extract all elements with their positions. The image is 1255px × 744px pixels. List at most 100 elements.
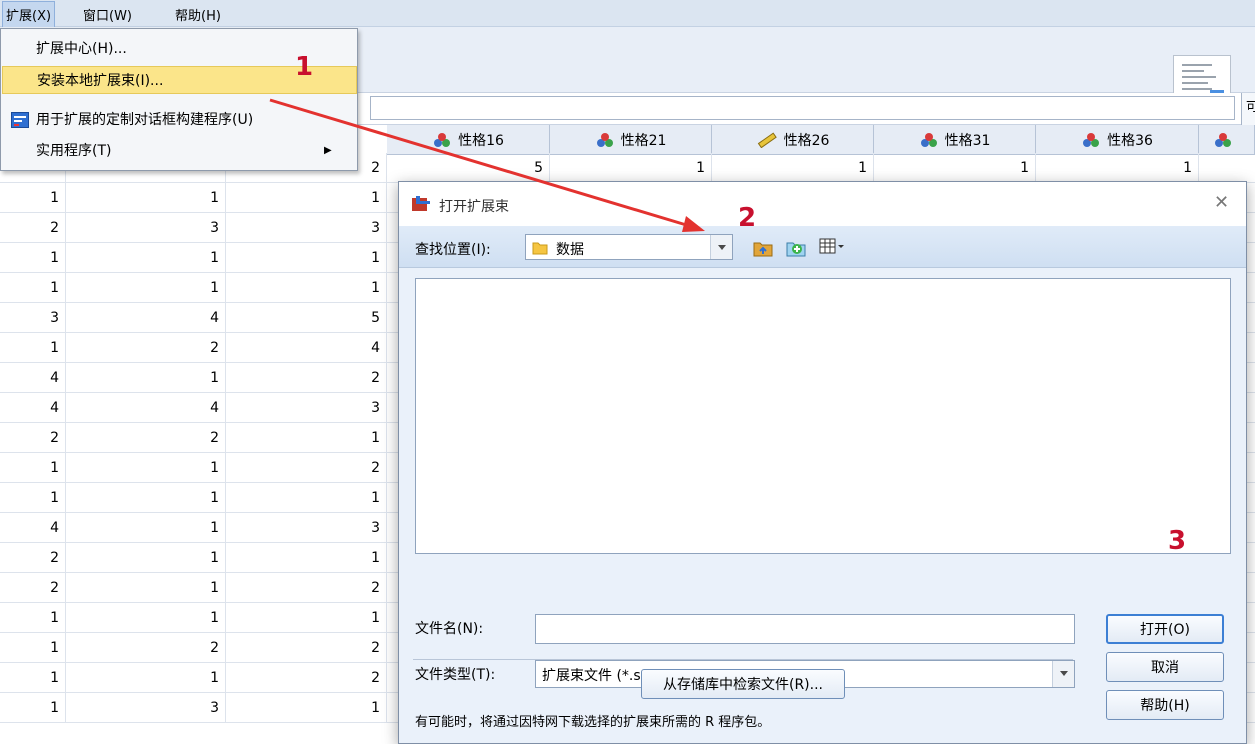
table-cell[interactable]: 3: [226, 213, 387, 243]
cancel-button[interactable]: 取消: [1106, 652, 1224, 682]
dialog-title-bar: 打开扩展束 ✕: [399, 182, 1246, 226]
table-cell[interactable]: 1: [66, 183, 226, 213]
table-cell[interactable]: 1: [66, 243, 226, 273]
table-cell[interactable]: 4: [0, 513, 66, 543]
table-cell[interactable]: 3: [66, 693, 226, 723]
table-cell[interactable]: 2: [0, 543, 66, 573]
table-cell[interactable]: 2: [66, 333, 226, 363]
column-header[interactable]: 性格16: [387, 125, 550, 155]
column-header[interactable]: 性格26: [712, 125, 874, 155]
spss-app-icon: [412, 196, 430, 211]
table-cell[interactable]: 1: [66, 273, 226, 303]
table-cell[interactable]: 1: [226, 273, 387, 303]
table-cell[interactable]: 3: [226, 513, 387, 543]
table-cell[interactable]: 4: [66, 303, 226, 333]
open-button[interactable]: 打开(O): [1106, 614, 1224, 644]
table-cell[interactable]: 2: [0, 213, 66, 243]
table-cell[interactable]: 4: [226, 333, 387, 363]
column-header[interactable]: 性格36: [1036, 125, 1199, 155]
table-cell[interactable]: 4: [66, 393, 226, 423]
column-header[interactable]: 性格21: [550, 125, 712, 155]
table-cell[interactable]: 1: [0, 693, 66, 723]
table-cell[interactable]: 3: [0, 303, 66, 333]
table-cell[interactable]: 1: [226, 423, 387, 453]
table-cell[interactable]: 1: [0, 633, 66, 663]
column-header[interactable]: [1199, 125, 1255, 155]
dialog-note: 有可能时，将通过因特网下载选择的扩展束所需的 R 程序包。: [415, 715, 771, 730]
table-cell[interactable]: 1: [874, 153, 1036, 183]
table-cell[interactable]: 1: [226, 693, 387, 723]
table-cell[interactable]: 2: [226, 363, 387, 393]
table-cell[interactable]: 3: [66, 213, 226, 243]
menu-extensions[interactable]: 扩展(X): [1, 1, 56, 28]
table-cell[interactable]: 5: [226, 303, 387, 333]
nominal-icon: [1083, 132, 1100, 147]
table-cell[interactable]: 2: [0, 423, 66, 453]
table-cell[interactable]: 1: [226, 543, 387, 573]
table-cell[interactable]: 4: [0, 393, 66, 423]
look-in-value: 数据: [556, 242, 584, 258]
table-cell[interactable]: 1: [0, 483, 66, 513]
table-cell[interactable]: 2: [226, 573, 387, 603]
table-cell[interactable]: 1: [66, 513, 226, 543]
column-header-label: 性格31: [944, 132, 991, 149]
table-cell[interactable]: 2: [226, 663, 387, 693]
retrieve-from-repository-button[interactable]: 从存储库中检索文件(R)...: [641, 669, 845, 699]
table-cell[interactable]: 1: [0, 273, 66, 303]
filename-input[interactable]: [535, 614, 1075, 644]
table-cell[interactable]: 1: [0, 333, 66, 363]
close-icon[interactable]: ✕: [1214, 192, 1229, 213]
menu-help[interactable]: 帮助(H): [175, 5, 221, 24]
table-cell[interactable]: 5: [387, 153, 550, 183]
look-in-bar: 查找位置(I): 数据: [399, 226, 1246, 268]
look-in-select[interactable]: 数据: [525, 234, 733, 260]
view-menu-icon[interactable]: [819, 238, 845, 256]
nominal-icon: [596, 132, 613, 147]
table-cell[interactable]: 1: [550, 153, 712, 183]
table-cell[interactable]: 1: [66, 483, 226, 513]
table-cell[interactable]: 2: [0, 573, 66, 603]
dialog-title: 打开扩展束: [439, 199, 509, 215]
table-cell[interactable]: 2: [66, 633, 226, 663]
table-cell[interactable]: 1: [66, 363, 226, 393]
table-cell[interactable]: 1: [66, 663, 226, 693]
table-cell[interactable]: 1: [66, 573, 226, 603]
menu-item-utilities[interactable]: 实用程序(T) ▶: [2, 137, 357, 165]
new-folder-icon[interactable]: [785, 237, 807, 257]
table-cell[interactable]: 1: [226, 183, 387, 213]
table-cell[interactable]: 1: [226, 243, 387, 273]
file-list[interactable]: [415, 278, 1231, 554]
column-header[interactable]: 性格31: [874, 125, 1036, 155]
table-cell[interactable]: 1: [712, 153, 874, 183]
table-cell[interactable]: 1: [0, 663, 66, 693]
table-cell[interactable]: 2: [66, 423, 226, 453]
cell-value-input[interactable]: [370, 96, 1235, 120]
table-cell[interactable]: 4: [0, 363, 66, 393]
table-cell[interactable]: 2: [226, 453, 387, 483]
table-cell[interactable]: 1: [66, 603, 226, 633]
table-cell[interactable]: 1: [0, 243, 66, 273]
menu-item-custom-dialog-builder[interactable]: 用于扩展的定制对话框构建程序(U): [2, 106, 357, 134]
table-cell[interactable]: 1: [0, 183, 66, 213]
table-cell[interactable]: 3: [226, 393, 387, 423]
column-header-label: 性格26: [783, 132, 830, 149]
table-cell[interactable]: 1: [0, 453, 66, 483]
menu-window[interactable]: 窗口(W): [83, 5, 132, 24]
table-cell[interactable]: 1: [66, 453, 226, 483]
table-cell[interactable]: 1: [0, 603, 66, 633]
chevron-down-icon[interactable]: [710, 235, 732, 259]
nominal-icon: [434, 132, 451, 147]
table-cell[interactable]: 1: [226, 483, 387, 513]
table-cell[interactable]: 2: [226, 633, 387, 663]
menu-bar: 扩展(X) 窗口(W) 帮助(H): [0, 0, 1255, 28]
table-cell[interactable]: 1: [66, 543, 226, 573]
filename-label: 文件名(N):: [415, 621, 484, 637]
up-folder-icon[interactable]: [752, 237, 774, 257]
table-cell[interactable]: 1: [226, 603, 387, 633]
look-in-label: 查找位置(I):: [415, 242, 491, 258]
dialog-builder-icon: [11, 112, 29, 128]
divider: [413, 659, 1073, 660]
help-button[interactable]: 帮助(H): [1106, 690, 1224, 720]
chevron-down-icon[interactable]: [1052, 661, 1074, 687]
table-cell[interactable]: 1: [1036, 153, 1199, 183]
